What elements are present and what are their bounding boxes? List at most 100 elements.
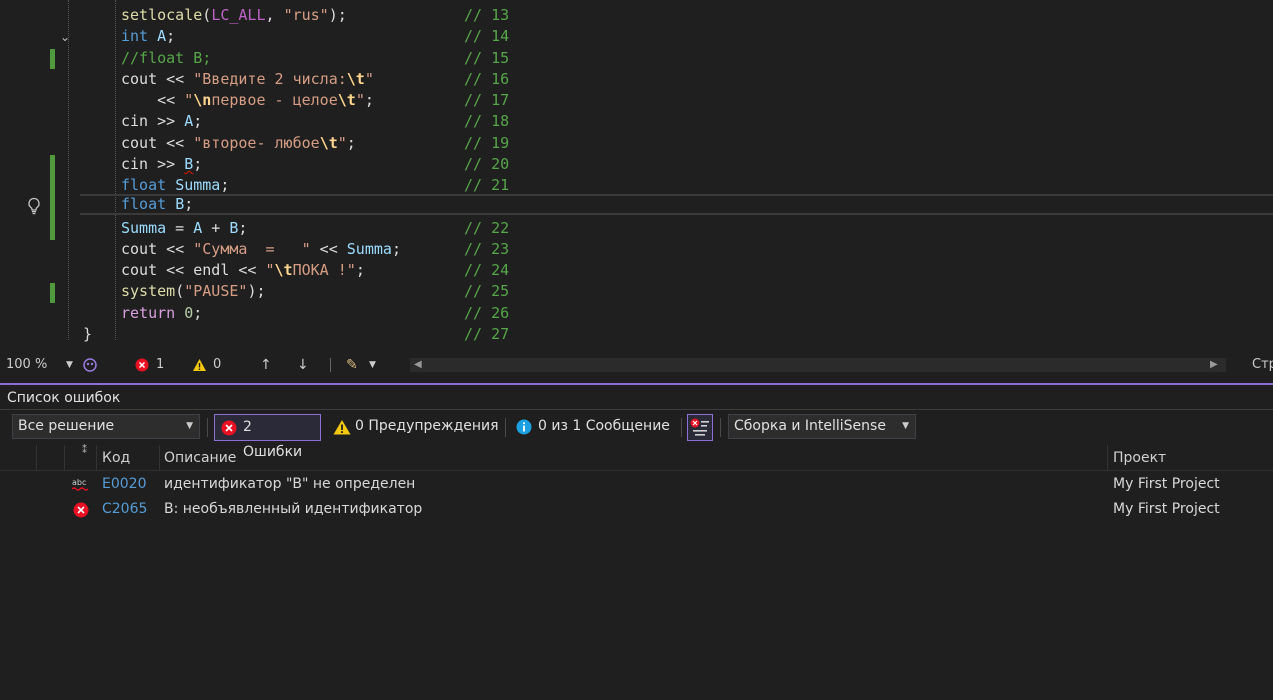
code-line[interactable]: return 0; // 26 — [0, 303, 1273, 324]
code-line-text: float Summa; — [121, 175, 229, 196]
line-indicator-label: Стр — [1252, 357, 1273, 372]
code-token: \t — [319, 134, 338, 152]
code-line[interactable]: cout << endl << "\tПОКА !"; // 24 — [0, 260, 1273, 281]
editor-status-bar: 100 % ▼ 1 0 ↑ ↓ ✎ ▼ ◀ ▶ Стр — [0, 354, 1273, 376]
column-separator[interactable] — [1107, 445, 1108, 471]
code-line-text: float B; — [121, 196, 193, 213]
code-line[interactable]: << "\nпервое - целое\t";// 17 — [0, 90, 1273, 111]
code-token: \t — [337, 91, 356, 109]
messages-filter-label: 0 из 1 Сообщение — [538, 418, 670, 434]
error-description: идентификатор "B" не определен — [164, 476, 416, 492]
code-line[interactable]: cout << "Сумма = " << Summa; // 23 — [0, 239, 1273, 260]
messages-filter-button[interactable]: 0 из 1 Сообщение — [510, 414, 677, 441]
lightbulb-icon[interactable] — [26, 197, 42, 215]
error-list-toolbar: Все решение ▼ 2 Ошибки 0 Предупреждения — [0, 414, 1273, 460]
code-token: Summa — [175, 176, 221, 194]
code-token: cin >> — [121, 155, 185, 173]
scope-dropdown[interactable]: Все решение ▼ — [12, 414, 200, 439]
code-editor[interactable]: ⌄ setlocale(LC_ALL, "rus");// 13 int A;//… — [0, 0, 1273, 354]
next-issue-arrow-icon[interactable]: ↓ — [297, 354, 309, 376]
source-dropdown[interactable]: Сборка и IntelliSense ▼ — [728, 414, 916, 439]
code-token: cout << endl << — [121, 261, 266, 279]
code-token: первое - целое — [211, 91, 338, 109]
line-number-comment: // 25 — [464, 282, 510, 300]
column-separator[interactable] — [36, 445, 37, 471]
previous-issue-arrow-icon[interactable]: ↑ — [260, 354, 272, 376]
error-code-link[interactable]: E0020 — [102, 472, 146, 497]
column-header-code[interactable]: Код — [102, 445, 130, 471]
warnings-filter-button[interactable]: 0 Предупреждения — [327, 414, 506, 441]
code-token: + — [202, 219, 230, 237]
code-token: cout << — [121, 134, 194, 152]
warning-count-icon[interactable] — [192, 358, 207, 372]
code-line[interactable]: cout << "Введите 2 числа:\t" // 16 — [0, 69, 1273, 90]
filter-toggle-button[interactable] — [687, 414, 713, 441]
line-number-comment: // 13 — [464, 6, 510, 24]
code-line[interactable]: cout << "второе- любое\t"; // 19 — [0, 133, 1273, 154]
error-code-link[interactable]: C2065 — [102, 497, 147, 522]
code-line[interactable]: cin >> A; // 18 — [0, 111, 1273, 132]
code-token: "Введите 2 числа: — [193, 70, 347, 88]
code-line[interactable]: int A; // 14 — [0, 26, 1273, 47]
code-token: ; — [238, 219, 248, 237]
status-separator — [330, 358, 331, 372]
code-token: ; — [166, 27, 176, 45]
copilot-icon[interactable] — [82, 357, 98, 373]
code-line-text: //float B; — [121, 48, 211, 69]
column-header-description[interactable]: Описание — [164, 445, 236, 471]
svg-text:abc: abc — [72, 478, 86, 487]
line-number-comment: // 22 — [464, 219, 510, 237]
scroll-left-arrow-icon[interactable]: ◀ — [414, 354, 422, 376]
error-project: My First Project — [1113, 476, 1220, 492]
code-line[interactable]: Summa = A + B; // 22 — [0, 218, 1273, 239]
code-token: ); — [328, 6, 347, 24]
code-token: "Сумма = " — [193, 240, 311, 258]
column-separator[interactable] — [159, 445, 160, 471]
code-line[interactable]: float B; — [80, 194, 1273, 215]
code-token: "второе- любое — [193, 134, 320, 152]
code-line[interactable]: cin >> B; // 20 — [0, 154, 1273, 175]
code-line-text: } — [83, 324, 92, 345]
code-line[interactable]: float Summa; // 21 — [0, 175, 1273, 196]
column-separator[interactable] — [96, 445, 97, 471]
code-line[interactable]: system("PAUSE"); // 25 — [0, 281, 1273, 302]
column-separator[interactable] — [64, 445, 65, 471]
code-token: "rus" — [283, 6, 329, 24]
error-icon — [73, 502, 89, 518]
code-line[interactable]: //float B; // 15 — [0, 48, 1273, 69]
scope-dropdown-value: Все решение — [18, 418, 115, 434]
code-line-text: << "\nпервое - целое\t"; — [121, 90, 374, 111]
code-line[interactable]: setlocale(LC_ALL, "rus"); // 13 — [0, 5, 1273, 26]
code-token: ; — [193, 112, 203, 130]
horizontal-scrollbar[interactable] — [410, 358, 1226, 372]
warning-icon — [333, 420, 351, 435]
error-row[interactable]: abc E0020 идентификатор "B" не определен… — [0, 472, 1273, 497]
panel-title-divider — [0, 409, 1273, 410]
warning-count[interactable]: 0 — [213, 354, 221, 376]
code-line-text: setlocale(LC_ALL, "rus"); — [121, 5, 347, 26]
column-header-project[interactable]: Проект — [1113, 445, 1166, 471]
code-token: ( — [202, 6, 212, 24]
zoom-dropdown-caret-icon[interactable]: ▼ — [66, 354, 73, 376]
zoom-level[interactable]: 100 % — [6, 354, 47, 376]
code-token: cout << — [121, 240, 194, 258]
code-token: A — [184, 112, 194, 130]
scroll-right-arrow-icon[interactable]: ▶ — [1210, 354, 1218, 376]
code-token: \t — [274, 261, 293, 279]
errors-filter-button[interactable]: 2 Ошибки — [214, 414, 321, 460]
cleanup-dropdown-caret-icon[interactable]: ▼ — [369, 354, 376, 376]
code-token: ; — [391, 240, 401, 258]
code-token: " — [364, 70, 374, 88]
error-count[interactable]: 1 — [156, 354, 164, 376]
sort-indicator-icon[interactable]: ⁑ — [82, 438, 87, 464]
error-row[interactable]: C2065 B: необъявленный идентификатор My … — [0, 497, 1273, 522]
error-project: My First Project — [1113, 501, 1220, 517]
code-cleanup-brush-icon[interactable]: ✎ — [346, 354, 358, 376]
code-line[interactable]: } // 27 — [0, 324, 1273, 345]
code-line-text: int A; — [121, 26, 175, 47]
code-token: = — [166, 219, 194, 237]
code-token: float — [121, 176, 167, 194]
error-count-icon[interactable] — [135, 358, 149, 372]
toolbar-separator — [207, 418, 208, 437]
